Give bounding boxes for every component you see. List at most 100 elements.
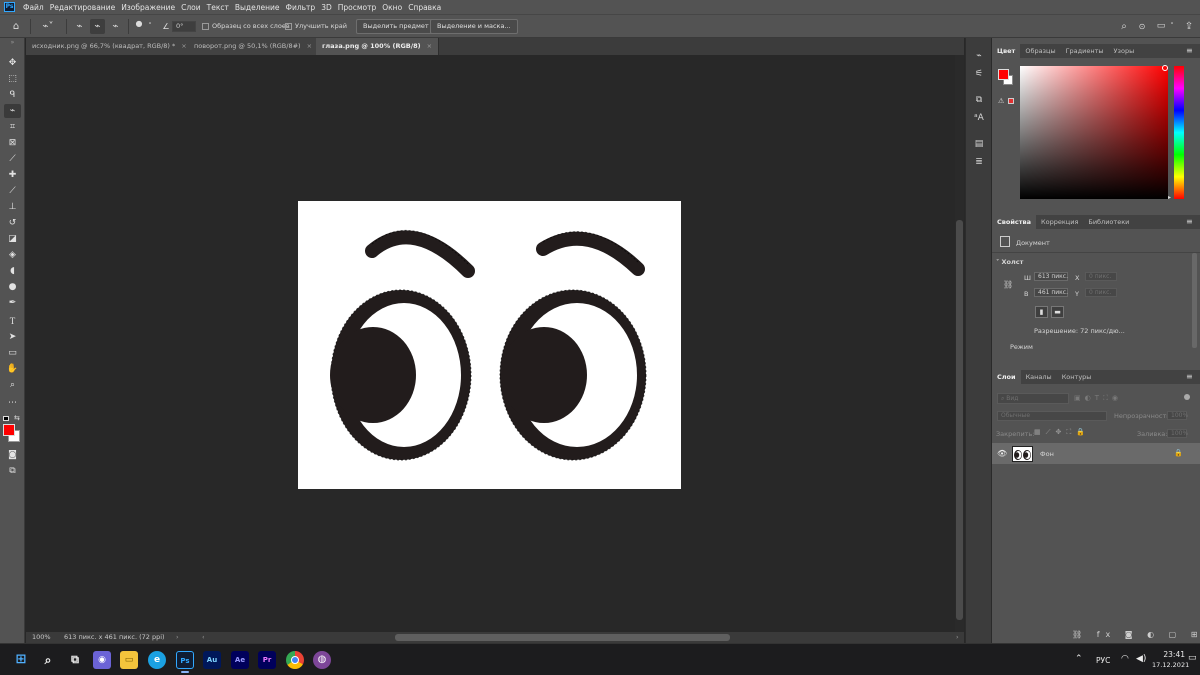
- menu-select[interactable]: Выделение: [232, 3, 283, 12]
- sample-all-layers-checkbox[interactable]: Образец со всех слоев: [202, 22, 290, 30]
- menu-help[interactable]: Справка: [405, 3, 444, 12]
- tab-channels[interactable]: Каналы: [1021, 370, 1057, 384]
- tab-patterns[interactable]: Узоры: [1109, 44, 1140, 58]
- lock-options-icons[interactable]: ▦⟋✥⛶🔒: [1034, 428, 1090, 437]
- rectangle-tool-icon[interactable]: ▭: [4, 346, 21, 360]
- edge-browser-icon[interactable]: e: [148, 651, 166, 669]
- menu-edit[interactable]: Редактирование: [47, 3, 118, 12]
- hue-slider[interactable]: [1174, 66, 1184, 199]
- panel-menu-icon[interactable]: ≡: [1186, 46, 1193, 55]
- select-and-mask-button[interactable]: Выделение и маска...: [430, 19, 518, 34]
- filter-toggle-icon[interactable]: [1184, 394, 1190, 400]
- chrome-browser-icon[interactable]: [286, 651, 304, 669]
- close-icon[interactable]: ×: [181, 42, 186, 50]
- layer-filter-input[interactable]: ⌕ Вид: [997, 393, 1069, 404]
- windows-start-icon[interactable]: ⊞: [12, 651, 30, 669]
- subtract-selection-brush-icon[interactable]: ⌁: [108, 19, 123, 34]
- share-icon[interactable]: ⇪: [1182, 19, 1196, 34]
- frame-tool-icon[interactable]: ⊠: [4, 136, 21, 150]
- tor-browser-icon[interactable]: ◍: [313, 651, 331, 669]
- zoom-level[interactable]: 100%: [32, 632, 51, 643]
- menu-file[interactable]: Файл: [20, 3, 47, 12]
- rectangular-marquee-tool-icon[interactable]: ⬚: [4, 72, 21, 86]
- crop-tool-icon[interactable]: ⌗: [4, 120, 21, 134]
- collapse-toolbar-icon[interactable]: »: [4, 40, 21, 46]
- quick-selection-tool-icon[interactable]: ⌁: [4, 104, 21, 118]
- layer-filter-icons[interactable]: ▣◐T⛶◉: [1074, 394, 1122, 403]
- select-subject-button[interactable]: Выделить предмет: [356, 19, 436, 34]
- panel-menu-icon[interactable]: ≡: [1186, 372, 1193, 381]
- volume-icon[interactable]: ◀): [1136, 654, 1146, 664]
- after-effects-app-icon[interactable]: Ae: [231, 651, 249, 669]
- foreground-color-swatch[interactable]: [3, 424, 15, 436]
- layer-actions-icons[interactable]: ⛓ fx ◙ ◐ ▢ ⊞ 🗑: [1072, 630, 1200, 639]
- tab-color[interactable]: Цвет: [992, 44, 1021, 58]
- tab-adjustments[interactable]: Коррекция: [1036, 215, 1083, 229]
- tab-gradients[interactable]: Градиенты: [1061, 44, 1109, 58]
- learn-icon[interactable]: ⊙: [1136, 19, 1148, 34]
- workspace-icon[interactable]: ▭: [1154, 19, 1168, 34]
- wifi-icon[interactable]: ◠: [1121, 654, 1129, 664]
- input-language[interactable]: РУС: [1096, 656, 1110, 665]
- path-selection-tool-icon[interactable]: ➤: [4, 330, 21, 344]
- chevron-down-icon[interactable]: ˅: [1168, 19, 1176, 34]
- search-icon[interactable]: ⌕: [39, 651, 57, 669]
- scroll-right-arrow-icon[interactable]: ›: [956, 632, 959, 643]
- tab-layers[interactable]: Слои: [992, 370, 1021, 384]
- move-tool-icon[interactable]: ✥: [4, 56, 21, 70]
- edit-toolbar-icon[interactable]: ⋯: [4, 396, 21, 410]
- clock-date[interactable]: 17.12.2021: [1152, 661, 1189, 669]
- chevron-down-icon[interactable]: ˅: [146, 19, 154, 34]
- canvas-height-field[interactable]: 461 пикс.: [1034, 288, 1068, 297]
- paint-bucket-tool-icon[interactable]: ◈: [4, 248, 21, 262]
- notes-icon[interactable]: ▤: [972, 138, 986, 151]
- angle-field[interactable]: 0°: [172, 21, 196, 32]
- paragraph-icon[interactable]: ≣: [972, 156, 986, 169]
- canvas-width-field[interactable]: 613 пикс.: [1034, 272, 1068, 281]
- horizontal-scroll-thumb[interactable]: [395, 634, 730, 641]
- menu-3d[interactable]: 3D: [318, 3, 335, 12]
- photoshop-logo-icon[interactable]: Ps: [4, 2, 15, 12]
- clone-source-icon[interactable]: ⧉: [972, 94, 986, 107]
- tab-libraries[interactable]: Библиотеки: [1083, 215, 1134, 229]
- clock-time[interactable]: 23:41: [1157, 650, 1185, 659]
- history-brush-tool-icon[interactable]: ↺: [4, 216, 21, 230]
- menu-filter[interactable]: Фильтр: [283, 3, 319, 12]
- enhance-edge-checkbox[interactable]: Улучшить край: [285, 22, 347, 30]
- menu-image[interactable]: Изображение: [118, 3, 178, 12]
- file-explorer-icon[interactable]: ▭: [120, 651, 138, 669]
- menu-window[interactable]: Окно: [379, 3, 405, 12]
- brush-size-preview-icon[interactable]: ●: [132, 19, 146, 34]
- lasso-tool-icon[interactable]: ᑫ: [4, 88, 21, 102]
- adjustments-icon[interactable]: ⚟: [972, 68, 986, 81]
- zoom-tool-icon[interactable]: ⌕: [4, 378, 21, 392]
- status-menu-arrow-icon[interactable]: ›: [176, 632, 179, 643]
- document-canvas[interactable]: [298, 201, 681, 489]
- portrait-orientation-icon[interactable]: ▮: [1035, 306, 1048, 318]
- blend-mode-select[interactable]: Обычные: [997, 411, 1107, 421]
- properties-scrollbar[interactable]: [1192, 253, 1197, 348]
- brush-tool-icon[interactable]: ⟋: [4, 184, 21, 198]
- tool-preset-picker-icon[interactable]: ⌁˅: [36, 19, 60, 34]
- tab-document-active[interactable]: глаза.png @ 100% (RGB/8) ×: [316, 38, 440, 55]
- type-tool-icon[interactable]: T: [4, 314, 21, 328]
- menu-layers[interactable]: Слои: [178, 3, 204, 12]
- swap-colors-icon[interactable]: ⇆: [14, 414, 20, 422]
- vertical-scroll-thumb[interactable]: [956, 220, 963, 620]
- canvas-y-field[interactable]: 0 пикс.: [1085, 288, 1117, 297]
- menu-type[interactable]: Текст: [204, 3, 232, 12]
- link-icon[interactable]: ⛓: [1003, 280, 1013, 289]
- home-icon[interactable]: ⌂: [8, 19, 24, 34]
- tab-paths[interactable]: Контуры: [1057, 370, 1097, 384]
- eyedropper-tool-icon[interactable]: ⟋: [4, 152, 21, 166]
- canvas-x-field[interactable]: 0 пикс.: [1085, 272, 1117, 281]
- color-picker-cursor[interactable]: [1162, 65, 1168, 71]
- add-to-selection-brush-icon[interactable]: ⌁: [90, 19, 105, 34]
- search-icon[interactable]: ⌕: [1117, 19, 1131, 34]
- brush-settings-icon[interactable]: ⌁: [972, 50, 986, 63]
- close-icon[interactable]: ×: [307, 42, 312, 50]
- opacity-field[interactable]: 100%: [1167, 411, 1188, 420]
- audition-app-icon[interactable]: Au: [203, 651, 221, 669]
- close-icon[interactable]: ×: [427, 42, 432, 50]
- tab-properties[interactable]: Свойства: [992, 215, 1037, 229]
